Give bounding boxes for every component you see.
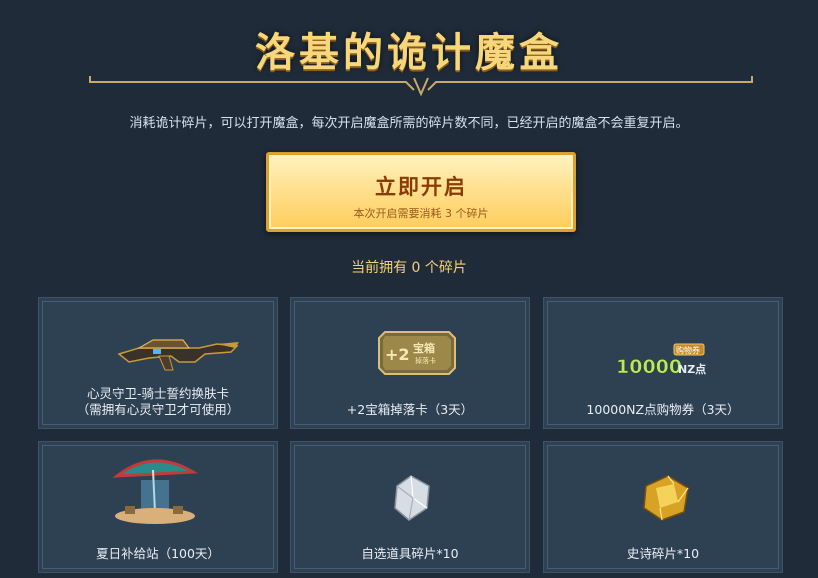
open-button-label: 立即开启 xyxy=(375,175,467,199)
open-box-button[interactable]: 立即开启 本次开启需要消耗 3 个碎片 xyxy=(266,152,576,232)
title-ornament xyxy=(89,76,753,97)
voucher-icon: 购物券 10000 NZ点 xyxy=(616,343,706,378)
silver-shard-icon xyxy=(394,475,430,521)
owned-fragments-text: 当前拥有 0 个碎片 xyxy=(351,260,467,276)
reward-card-nz-voucher[interactable]: 购物券 10000 NZ点 10000NZ点购物券（3天） xyxy=(543,297,783,429)
voucher-tag: 购物券 xyxy=(676,345,700,355)
reward-label: 夏日补给站（100天） xyxy=(96,546,220,561)
description-text: 消耗诡计碎片，可以打开魔盒，每次开启魔盒所需的碎片数不同，已经开启的魔盒不会重复… xyxy=(129,116,689,131)
reward-card-epic-shards[interactable]: 史诗碎片*10 xyxy=(543,441,783,573)
reward-card-item-shards[interactable]: 自选道具碎片*10 xyxy=(290,441,530,573)
reward-label: 10000NZ点购物券（3天） xyxy=(586,402,740,417)
umbrella-icon xyxy=(112,459,198,524)
rifle-icon xyxy=(117,339,239,371)
gold-shard-icon xyxy=(643,475,689,521)
chest-badge-title: 宝箱 xyxy=(413,341,435,355)
chest-card-icon: +2 宝箱 掉落卡 xyxy=(378,331,456,375)
open-button-cost: 本次开启需要消耗 3 个碎片 xyxy=(353,207,489,220)
voucher-unit: NZ点 xyxy=(678,362,706,376)
chest-badge-text: +2 xyxy=(385,345,410,364)
page-title: 洛基的诡计魔盒 xyxy=(255,30,563,76)
reward-label: +2宝箱掉落卡（3天） xyxy=(346,402,474,417)
reward-label: 史诗碎片*10 xyxy=(626,546,700,561)
reward-card-summer-station[interactable]: 夏日补给站（100天） xyxy=(38,441,278,573)
chest-badge-sub: 掉落卡 xyxy=(415,356,436,365)
reward-card-rifle-skin[interactable]: 心灵守卫-骑士誓约换肤卡 （需拥有心灵守卫才可使用） xyxy=(38,297,278,429)
reward-card-chest-drop[interactable]: +2 宝箱 掉落卡 +2宝箱掉落卡（3天） xyxy=(290,297,530,429)
reward-label: 心灵守卫-骑士誓约换肤卡 （需拥有心灵守卫才可使用） xyxy=(76,386,240,417)
voucher-amount: 10000 xyxy=(616,356,682,378)
reward-label: 自选道具碎片*10 xyxy=(361,546,459,561)
